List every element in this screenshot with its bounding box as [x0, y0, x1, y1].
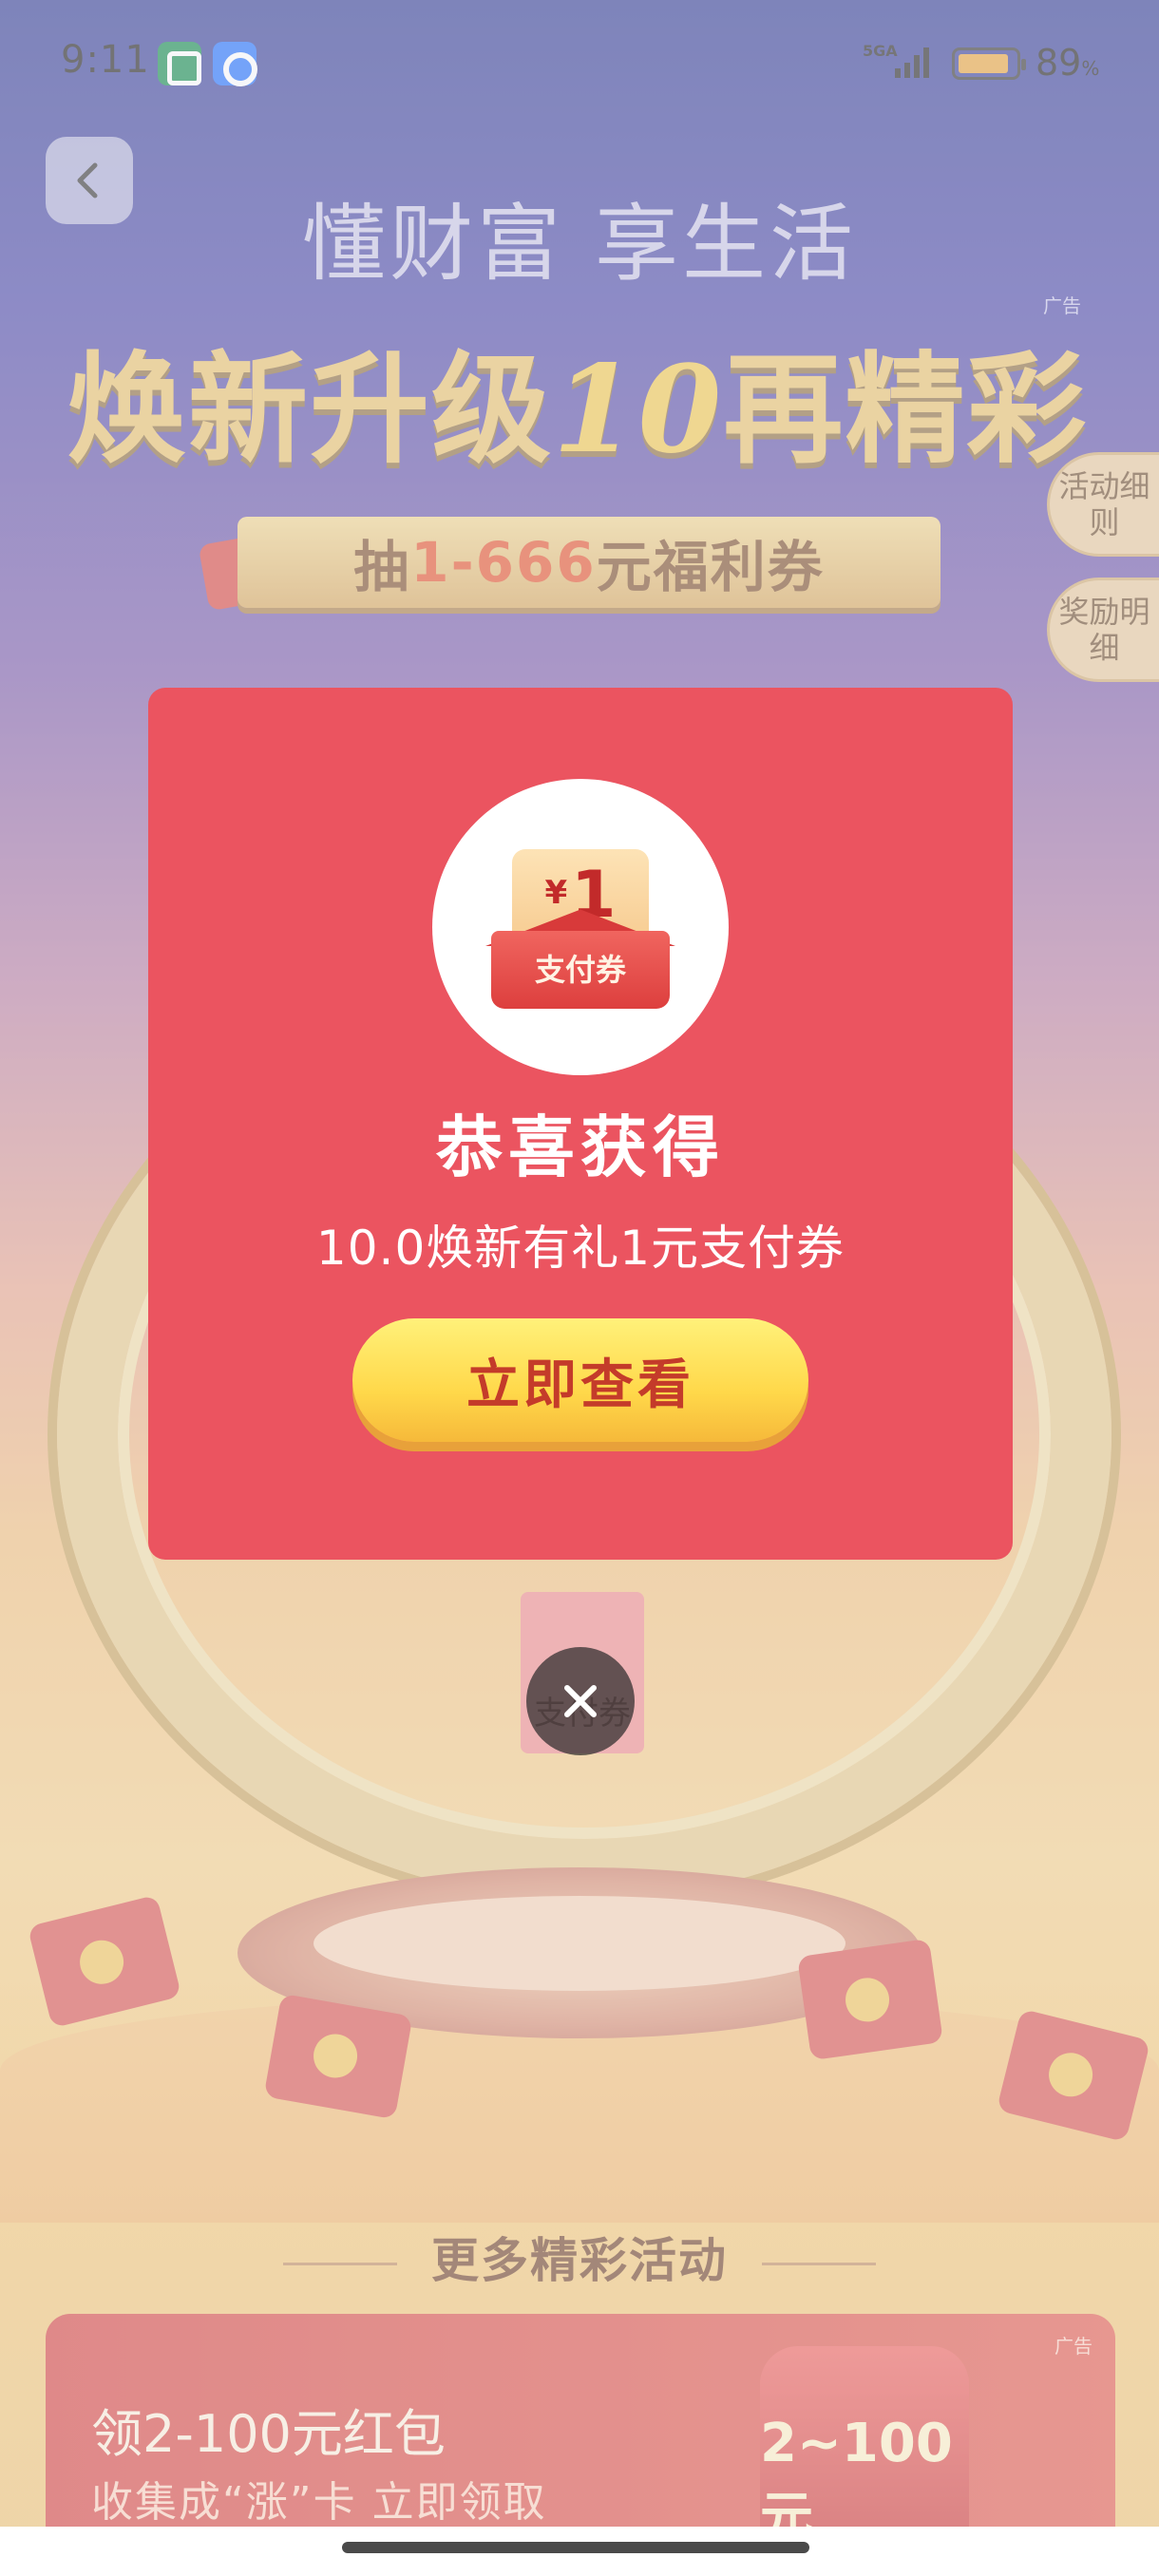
- close-icon: [564, 1685, 597, 1717]
- view-now-button[interactable]: 立即查看: [352, 1318, 808, 1442]
- home-indicator[interactable]: [342, 2542, 809, 2553]
- reward-modal: ¥1 支付券 恭喜获得 10.0焕新有礼1元支付券 立即查看: [148, 688, 1013, 1560]
- coupon-label: 支付券: [491, 931, 670, 1009]
- coupon-currency: ¥: [544, 874, 568, 912]
- modal-description: 10.0焕新有礼1元支付券: [315, 1221, 846, 1276]
- coupon-icon: ¥1 支付券: [432, 779, 729, 1075]
- close-button[interactable]: [526, 1647, 635, 1755]
- modal-title: 恭喜获得: [436, 1108, 725, 1186]
